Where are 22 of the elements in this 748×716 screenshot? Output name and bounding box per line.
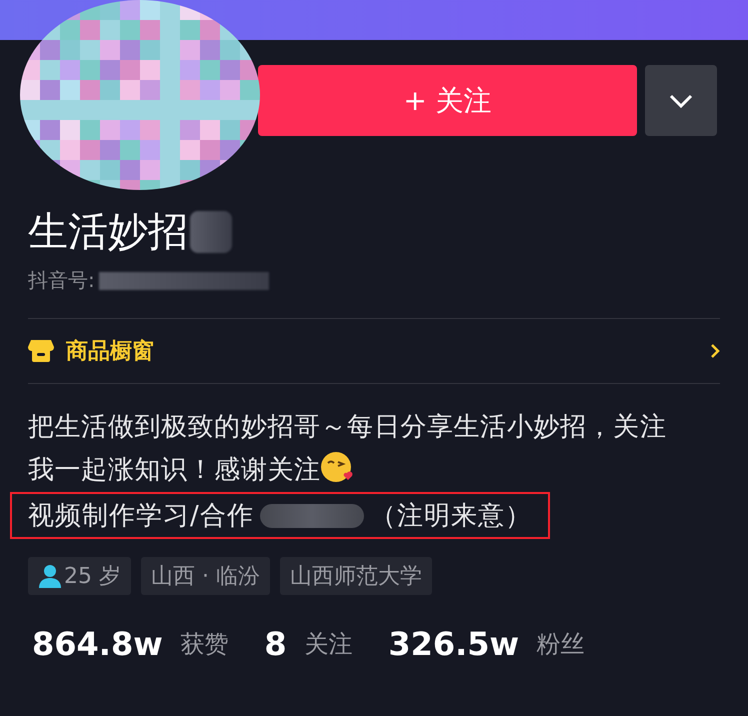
chevron-down-icon: [669, 94, 693, 108]
stat-item: 864.8w 获赞: [32, 625, 228, 663]
profile-tag: 山西师范大学: [280, 557, 432, 595]
profile-tag: 山西 · 临汾: [141, 557, 270, 595]
shop-window-row[interactable]: 商品橱窗: [28, 318, 720, 384]
more-button[interactable]: [645, 65, 717, 136]
douyin-id-label: 抖音号:: [28, 267, 95, 294]
contact-label: 视频制作学习/合作: [28, 500, 254, 533]
bio-line: 把生活做到极致的妙招哥～每日分享生活小妙招，关注: [28, 411, 668, 444]
age-text: 25 岁: [64, 563, 121, 591]
account-name: 生活妙招: [28, 208, 188, 257]
stat-item: 326.5w 粉丝: [388, 625, 585, 663]
person-icon: [38, 564, 62, 588]
shop-icon: [28, 340, 54, 362]
stat-item: 8 关注: [264, 625, 352, 663]
chevron-right-icon: [710, 343, 720, 359]
blurred-redaction: [190, 210, 232, 252]
shop-window-label: 商品橱窗: [66, 338, 155, 366]
follow-button[interactable]: + 关注: [258, 65, 637, 136]
bio-line: 我一起涨知识！感谢关注: [28, 455, 321, 485]
kiss-emoji-icon: [320, 451, 355, 483]
contact-note: （注明来意）: [370, 500, 532, 533]
